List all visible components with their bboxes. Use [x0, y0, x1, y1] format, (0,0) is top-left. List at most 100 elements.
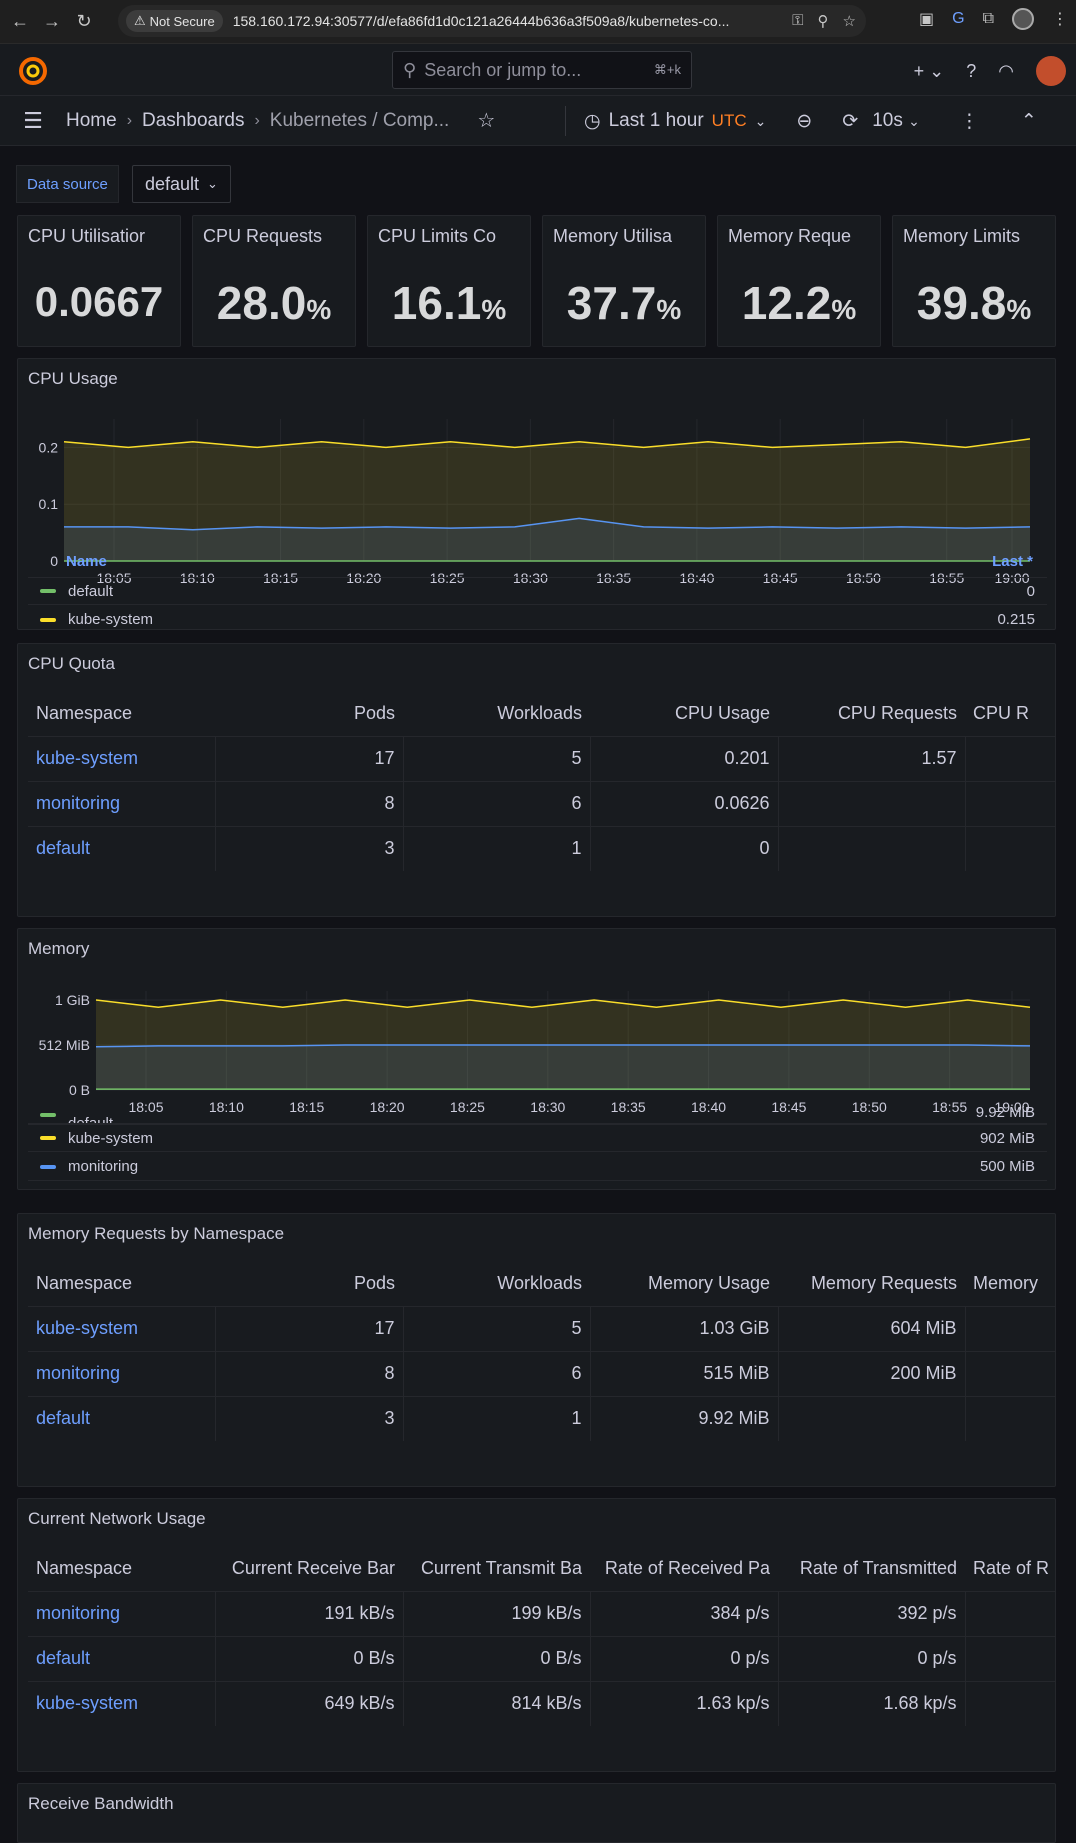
- forward-icon[interactable]: →: [36, 6, 68, 38]
- table-row: kube-system 17 5 0.201 1.57: [28, 736, 1055, 782]
- column-header[interactable]: Rate of Transmitted: [778, 1547, 965, 1592]
- translate-icon[interactable]: G: [952, 10, 964, 28]
- column-header[interactable]: Memory: [965, 1262, 1055, 1307]
- security-chip[interactable]: ⚠ Not Secure: [126, 10, 223, 32]
- time-range-picker[interactable]: ◷ Last 1 hour UTC ⌄: [584, 110, 766, 133]
- chevron-right-icon: ›: [126, 111, 133, 129]
- zoom-icon[interactable]: ⚲: [818, 12, 829, 30]
- namespace-link[interactable]: default: [28, 826, 216, 871]
- table-header-row: Namespace Current Receive Bar Current Tr…: [28, 1547, 1055, 1592]
- bookmark-star-icon[interactable]: ☆: [843, 12, 856, 30]
- legend-item[interactable]: kube-system 902 MiB: [28, 1124, 1047, 1152]
- column-header[interactable]: Workloads: [403, 1262, 590, 1307]
- column-header[interactable]: Pods: [215, 692, 403, 737]
- column-header[interactable]: Workloads: [403, 692, 590, 737]
- column-header[interactable]: CPU Usage: [590, 692, 778, 737]
- url-text[interactable]: 158.160.172.94:30577/d/efa86fd1d0c121a26…: [233, 13, 773, 29]
- stat-panel-cpu-limits[interactable]: CPU Limits Co 16.1%: [367, 215, 531, 347]
- column-header[interactable]: Namespace: [28, 692, 215, 737]
- refresh-interval-label: 10s: [872, 110, 903, 131]
- breadcrumb-bar: ☰ Home › Dashboards › Kubernetes / Comp.…: [0, 96, 1076, 146]
- namespace-link[interactable]: kube-system: [28, 1681, 216, 1726]
- receive-bandwidth-panel[interactable]: Receive Bandwidth: [17, 1783, 1056, 1843]
- table-cell: 0.0626: [590, 781, 779, 827]
- table-header-row: Namespace Pods Workloads Memory Usage Me…: [28, 1262, 1055, 1307]
- legend-item[interactable]: kube-system 0.215: [28, 606, 1047, 629]
- zoom-out-icon[interactable]: ⊖: [796, 110, 812, 133]
- extensions-icon[interactable]: ⧉: [983, 10, 994, 28]
- add-new-icon[interactable]: + ⌄: [914, 61, 945, 82]
- news-feed-icon[interactable]: ◠: [998, 61, 1014, 82]
- collapse-chevron-up-icon[interactable]: ⌃: [1021, 110, 1037, 133]
- datasource-select[interactable]: default ⌄: [132, 165, 231, 203]
- table-cell: 1.57: [778, 736, 966, 782]
- namespace-link[interactable]: default: [28, 1636, 216, 1682]
- column-header[interactable]: Namespace: [28, 1547, 215, 1592]
- namespace-link[interactable]: kube-system: [28, 1306, 216, 1352]
- cpu-usage-chart[interactable]: 00.10.218:05 18:10 18:15 18:20 18:25 18:30 18:…: [18, 399, 1056, 589]
- namespace-link[interactable]: monitoring: [28, 1351, 216, 1397]
- namespace-link[interactable]: kube-system: [28, 736, 216, 782]
- legend-item[interactable]: default 9.92 MiB: [28, 1102, 1047, 1124]
- legend-item[interactable]: monitoring 500 MiB: [28, 1153, 1047, 1181]
- column-header[interactable]: Rate of Received Pa: [590, 1547, 778, 1592]
- password-key-icon[interactable]: ⚿: [792, 12, 803, 30]
- stat-unit: %: [656, 294, 682, 325]
- namespace-link[interactable]: monitoring: [28, 1591, 216, 1637]
- browser-toolbar: ← → ↻ ⚠ Not Secure 158.160.172.94:30577/…: [0, 0, 1076, 44]
- breadcrumb-home[interactable]: Home: [66, 110, 117, 132]
- namespace-link[interactable]: monitoring: [28, 781, 216, 827]
- cpu-usage-panel[interactable]: CPU Usage 0 0.1 0.2 18:05 18:10 18:15 18:20 18:…: [17, 358, 1056, 630]
- stat-panel-memory-limits[interactable]: Memory Limits 39.8%: [892, 215, 1056, 347]
- stat-value: 16.1%: [368, 276, 530, 330]
- address-bar[interactable]: ⚠ Not Secure 158.160.172.94:30577/d/efa8…: [118, 5, 866, 37]
- refresh-icon[interactable]: ⟳: [842, 110, 858, 133]
- search-bar[interactable]: ⚲ Search or jump to... ⌘+k: [392, 51, 692, 89]
- stat-unit: %: [1006, 294, 1032, 325]
- column-header[interactable]: Pods: [215, 1262, 403, 1307]
- stat-panel-memory-utilisation[interactable]: Memory Utilisa 37.7%: [542, 215, 706, 347]
- column-header[interactable]: Namespace: [28, 1262, 215, 1307]
- memory-panel[interactable]: Memory 0 B 512 MiB 1 GiB 18:05 18:10 18:15 18:…: [17, 928, 1056, 1190]
- cast-icon[interactable]: ▣: [919, 9, 934, 29]
- grafana-logo-icon[interactable]: [18, 56, 48, 86]
- column-header[interactable]: Rate of R: [965, 1547, 1055, 1592]
- memory-requests-table: Namespace Pods Workloads Memory Usage Me…: [28, 1262, 1055, 1441]
- profile-avatar[interactable]: [1012, 8, 1034, 30]
- refresh-interval-picker[interactable]: 10s ⌄: [872, 110, 920, 132]
- network-usage-panel[interactable]: Current Network Usage Namespace Current …: [17, 1498, 1056, 1772]
- user-avatar[interactable]: [1036, 56, 1066, 86]
- clock-icon: ◷: [584, 110, 601, 132]
- stat-panel-cpu-requests[interactable]: CPU Requests 28.0%: [192, 215, 356, 347]
- more-options-icon[interactable]: ⋮: [960, 110, 979, 133]
- reload-icon[interactable]: ↻: [68, 6, 100, 38]
- table-cell: [965, 1636, 1055, 1682]
- help-icon[interactable]: ?: [966, 61, 976, 82]
- column-header[interactable]: CPU R: [965, 692, 1055, 737]
- stat-panel-cpu-utilisation[interactable]: CPU Utilisatior 0.0667: [17, 215, 181, 347]
- stat-panel-memory-requests[interactable]: Memory Reque 12.2%: [717, 215, 881, 347]
- breadcrumb-dashboards[interactable]: Dashboards: [142, 110, 244, 132]
- table-row: default 0 B/s 0 B/s 0 p/s 0 p/s: [28, 1636, 1055, 1682]
- legend-header-last[interactable]: Last *: [992, 553, 1033, 570]
- column-header[interactable]: CPU Requests: [778, 692, 965, 737]
- column-header[interactable]: Memory Requests: [778, 1262, 965, 1307]
- column-header[interactable]: Current Transmit Ba: [403, 1547, 590, 1592]
- favorite-star-icon[interactable]: ☆: [477, 108, 495, 133]
- column-header[interactable]: Memory Usage: [590, 1262, 778, 1307]
- legend-header-name[interactable]: Name: [66, 553, 107, 570]
- table-cell: 649 kB/s: [215, 1681, 404, 1726]
- namespace-link[interactable]: default: [28, 1396, 216, 1441]
- table-cell: [965, 1681, 1055, 1726]
- legend-item[interactable]: default 0: [28, 577, 1047, 605]
- table-cell: [778, 781, 966, 827]
- back-icon[interactable]: ←: [4, 6, 36, 38]
- menu-hamburger-icon[interactable]: ☰: [0, 108, 66, 134]
- column-header[interactable]: Current Receive Bar: [215, 1547, 403, 1592]
- memory-requests-panel[interactable]: Memory Requests by Namespace Namespace P…: [17, 1213, 1056, 1487]
- table-cell: [965, 736, 1055, 782]
- menu-kebab-icon[interactable]: ⋮: [1052, 9, 1068, 29]
- cpu-quota-panel[interactable]: CPU Quota Namespace Pods Workloads CPU U…: [17, 643, 1056, 917]
- table-row: monitoring 8 6 515 MiB 200 MiB: [28, 1351, 1055, 1397]
- table-cell: 515 MiB: [590, 1351, 779, 1397]
